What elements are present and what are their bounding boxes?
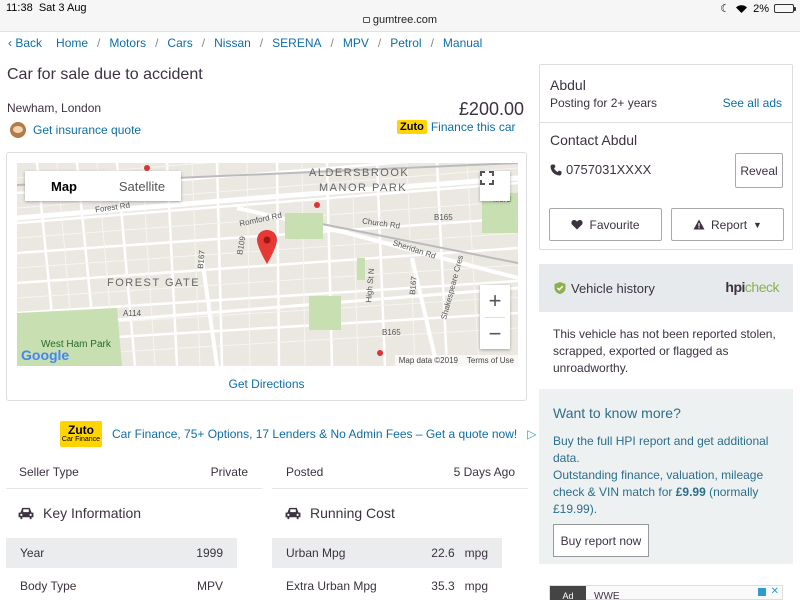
battery-icon: [774, 4, 796, 13]
shield-check-icon: [554, 282, 566, 294]
breadcrumb-serena[interactable]: SERENA: [272, 36, 321, 50]
street-label: B167: [408, 275, 419, 296]
key-info-row-body-type: Body Type MPV: [20, 579, 223, 593]
breadcrumb-motors[interactable]: Motors: [109, 36, 146, 50]
seller-name: Abdul: [550, 77, 586, 93]
advert-banner[interactable]: Ad WWE ✕: [549, 585, 783, 600]
google-logo: Google: [21, 347, 70, 363]
breadcrumb-manual[interactable]: Manual: [443, 36, 482, 50]
battery-percent: 2%: [753, 2, 769, 15]
status-bar: 11:38 Sat 3 Aug gumtree.com ☾ 2%: [0, 0, 800, 32]
buy-report-button[interactable]: Buy report now: [553, 524, 649, 557]
report-button[interactable]: Report ▼: [671, 208, 784, 241]
breadcrumb-cars[interactable]: Cars: [167, 36, 192, 50]
finance-banner-text: Car Finance, 75+ Options, 17 Lenders & N…: [112, 427, 518, 441]
get-directions-link[interactable]: Get Directions: [7, 377, 526, 391]
vehicle-history-title: Vehicle history: [571, 281, 655, 296]
map-type-toggle: Map Satellite: [25, 171, 181, 201]
divider: [6, 488, 262, 489]
seller-since: Posting for 2+ years: [550, 96, 658, 110]
map-attribution: Map data ©2019 Terms of Use: [394, 355, 518, 366]
ad-label: Ad: [550, 586, 586, 600]
status-time: 11:38 Sat 3 Aug: [6, 2, 87, 14]
insurance-icon: [10, 122, 26, 138]
listing-location: Newham, London: [7, 101, 102, 115]
breadcrumb-mpv[interactable]: MPV: [343, 36, 369, 50]
status-icons: ☾ 2%: [720, 2, 796, 15]
street-label: B165: [434, 213, 453, 222]
vehicle-history-card: Vehicle history hpicheck This vehicle ha…: [539, 264, 793, 564]
running-cost-row-extra-urban: Extra Urban Mpg 35.3 mpg: [286, 579, 488, 593]
close-icon[interactable]: ✕: [771, 586, 779, 597]
divider: [272, 488, 528, 489]
wifi-icon: [736, 4, 748, 13]
phone-number: 0757031XXXX: [550, 162, 651, 177]
vehicle-history-status: This vehicle has not been reported stole…: [539, 312, 793, 389]
ad-text: WWE: [594, 591, 620, 600]
adchoices-icon[interactable]: ▷: [527, 427, 536, 441]
fullscreen-icon[interactable]: [480, 171, 510, 201]
map-card: ALDERSBROOK MANOR PARK FOREST GATE Romfo…: [6, 152, 527, 401]
finance-banner[interactable]: Zuto Car Finance Car Finance, 75+ Option…: [60, 421, 536, 447]
back-link[interactable]: ‹ Back: [8, 36, 42, 50]
warning-icon: [693, 219, 705, 230]
hpi-check-logo: hpicheck: [725, 279, 779, 295]
listing-title: Car for sale due to accident: [7, 66, 203, 83]
hpi-report-description: Buy the full HPI report and get addition…: [553, 434, 769, 516]
running-cost-heading: Running Cost: [284, 505, 395, 521]
area-label-forest-gate: FOREST GATE: [107, 277, 201, 289]
insurance-link[interactable]: Get insurance quote: [10, 122, 141, 138]
reveal-phone-button[interactable]: Reveal: [735, 153, 783, 188]
address-bar[interactable]: gumtree.com: [0, 14, 800, 26]
zoom-controls: + −: [480, 285, 510, 349]
contact-title: Contact Abdul: [550, 132, 638, 148]
seller-card: Abdul Posting for 2+ years See all ads C…: [539, 64, 793, 250]
area-label-manor-park: MANOR PARK: [319, 182, 408, 194]
phone-icon: [550, 164, 562, 175]
key-information-heading: Key Information: [17, 505, 141, 521]
zoom-out-button[interactable]: −: [480, 318, 510, 350]
zuto-logo: Zuto: [397, 120, 427, 134]
heart-icon: [571, 219, 584, 230]
car-icon: [18, 507, 34, 519]
vehicle-history-header: Vehicle history hpicheck: [539, 264, 793, 312]
adchoices-icon[interactable]: [758, 588, 766, 596]
zuto-car-finance-logo: Zuto Car Finance: [60, 421, 102, 447]
breadcrumb-nissan[interactable]: Nissan: [214, 36, 251, 50]
street-label: A114: [123, 309, 142, 318]
terms-link[interactable]: Terms of Use: [467, 356, 514, 365]
posted-row: Posted 5 Days Ago: [286, 465, 515, 479]
favourite-button[interactable]: Favourite: [549, 208, 662, 241]
running-cost-row-urban: Urban Mpg 22.6 mpg: [272, 538, 502, 568]
map[interactable]: ALDERSBROOK MANOR PARK FOREST GATE Romfo…: [17, 163, 518, 366]
lock-icon: [362, 17, 370, 23]
area-label-aldersbrook: ALDERSBROOK: [309, 167, 410, 179]
map-toggle-satellite[interactable]: Satellite: [103, 171, 181, 201]
see-all-ads-link[interactable]: See all ads: [723, 96, 782, 110]
breadcrumb: ‹ Back Home / Motors / Cars / Nissan / SEREN…: [8, 36, 483, 50]
zoom-in-button[interactable]: +: [480, 285, 510, 317]
finance-link[interactable]: Zuto Finance this car: [397, 120, 516, 134]
street-label: B167: [196, 249, 207, 270]
breadcrumb-petrol[interactable]: Petrol: [390, 36, 421, 50]
listing-price: £200.00: [458, 99, 524, 119]
street-label: B165: [382, 328, 401, 337]
moon-icon: ☾: [720, 3, 731, 15]
car-icon: [285, 507, 301, 519]
map-toggle-map[interactable]: Map: [25, 171, 103, 201]
key-info-row-year: Year 1999: [6, 538, 237, 568]
breadcrumb-home[interactable]: Home: [56, 36, 88, 50]
want-to-know-more-heading: Want to know more?: [553, 405, 681, 421]
chevron-down-icon: ▼: [753, 219, 762, 230]
seller-type-row: Seller Type Private: [19, 465, 248, 479]
